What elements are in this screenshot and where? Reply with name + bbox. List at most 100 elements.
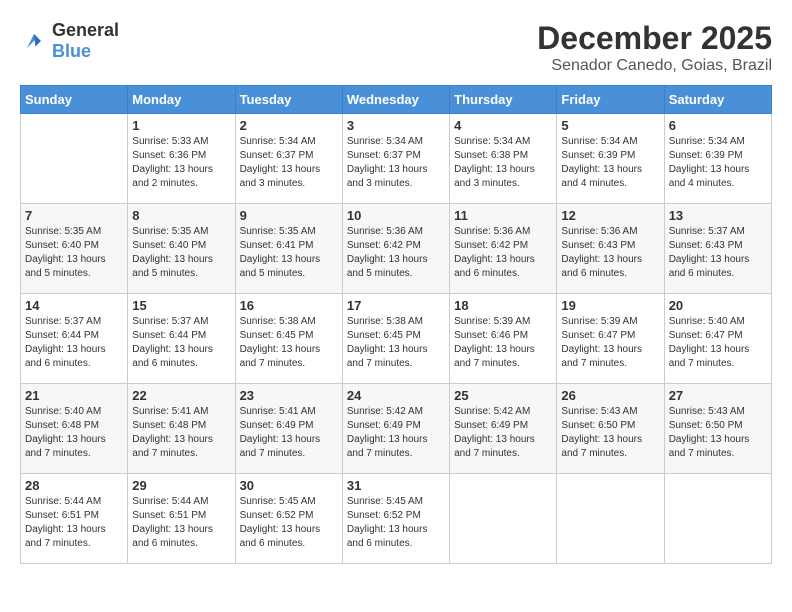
day-number: 30 bbox=[240, 478, 338, 493]
day-number: 20 bbox=[669, 298, 767, 313]
calendar-cell: 5Sunrise: 5:34 AMSunset: 6:39 PMDaylight… bbox=[557, 114, 664, 204]
calendar-cell: 21Sunrise: 5:40 AMSunset: 6:48 PMDayligh… bbox=[21, 384, 128, 474]
calendar-cell: 22 Sunrise: 5:41 AMSunset: 6:48 PMDayligh… bbox=[128, 384, 235, 474]
calendar-week-row: 7 Sunrise: 5:35 AMSunset: 6:40 PMDaylight… bbox=[21, 204, 772, 294]
calendar-cell: 13 Sunrise: 5:37 AMSunset: 6:43 PMDayligh… bbox=[664, 204, 771, 294]
calendar-cell: 30 Sunrise: 5:45 AMSunset: 6:52 PMDayligh… bbox=[235, 474, 342, 564]
day-number: 25 bbox=[454, 388, 552, 403]
header-day-thursday: Thursday bbox=[450, 86, 557, 114]
day-info: Sunrise: 5:36 AMSunset: 6:43 PMDaylight:… bbox=[561, 225, 659, 281]
calendar-cell: 20Sunrise: 5:40 AMSunset: 6:47 PMDayligh… bbox=[664, 294, 771, 384]
header-day-saturday: Saturday bbox=[664, 86, 771, 114]
day-number: 24 bbox=[347, 388, 445, 403]
logo-bird-icon bbox=[20, 27, 48, 55]
day-info: Sunrise: 5:44 AMSunset: 6:51 PMDaylight:… bbox=[25, 495, 123, 551]
day-info: Sunrise: 5:33 AMSunset: 6:36 PMDaylight:… bbox=[132, 135, 230, 191]
calendar-cell: 7 Sunrise: 5:35 AMSunset: 6:40 PMDaylight… bbox=[21, 204, 128, 294]
calendar-cell bbox=[21, 114, 128, 204]
calendar-cell: 10Sunrise: 5:36 AMSunset: 6:42 PMDayligh… bbox=[342, 204, 449, 294]
calendar-cell: 1 Sunrise: 5:33 AMSunset: 6:36 PMDaylight… bbox=[128, 114, 235, 204]
day-info: Sunrise: 5:39 AMSunset: 6:47 PMDaylight:… bbox=[561, 315, 659, 371]
day-number: 12 bbox=[561, 208, 659, 223]
calendar-cell: 18Sunrise: 5:39 AMSunset: 6:46 PMDayligh… bbox=[450, 294, 557, 384]
day-number: 3 bbox=[347, 118, 445, 133]
title-area: December 2025 Senador Canedo, Goias, Bra… bbox=[537, 20, 772, 75]
day-info: Sunrise: 5:38 AMSunset: 6:45 PMDaylight:… bbox=[240, 315, 338, 371]
header-day-sunday: Sunday bbox=[21, 86, 128, 114]
day-info: Sunrise: 5:43 AMSunset: 6:50 PMDaylight:… bbox=[561, 405, 659, 461]
calendar-week-row: 21Sunrise: 5:40 AMSunset: 6:48 PMDayligh… bbox=[21, 384, 772, 474]
day-number: 10 bbox=[347, 208, 445, 223]
calendar-cell: 26 Sunrise: 5:43 AMSunset: 6:50 PMDayligh… bbox=[557, 384, 664, 474]
day-number: 9 bbox=[240, 208, 338, 223]
calendar-cell: 9Sunrise: 5:35 AMSunset: 6:41 PMDaylight… bbox=[235, 204, 342, 294]
header-day-monday: Monday bbox=[128, 86, 235, 114]
day-number: 17 bbox=[347, 298, 445, 313]
calendar-cell: 31 Sunrise: 5:45 AMSunset: 6:52 PMDayligh… bbox=[342, 474, 449, 564]
day-number: 8 bbox=[132, 208, 230, 223]
day-number: 4 bbox=[454, 118, 552, 133]
calendar-week-row: 28 Sunrise: 5:44 AMSunset: 6:51 PMDayligh… bbox=[21, 474, 772, 564]
header-day-tuesday: Tuesday bbox=[235, 86, 342, 114]
day-number: 22 bbox=[132, 388, 230, 403]
calendar-cell bbox=[450, 474, 557, 564]
day-info: Sunrise: 5:40 AMSunset: 6:48 PMDaylight:… bbox=[25, 405, 123, 461]
day-info: Sunrise: 5:37 AMSunset: 6:44 PMDaylight:… bbox=[25, 315, 123, 371]
day-info: Sunrise: 5:34 AMSunset: 6:37 PMDaylight:… bbox=[240, 135, 338, 191]
day-info: Sunrise: 5:37 AMSunset: 6:44 PMDaylight:… bbox=[132, 315, 230, 371]
day-number: 14 bbox=[25, 298, 123, 313]
calendar-cell: 16 Sunrise: 5:38 AMSunset: 6:45 PMDayligh… bbox=[235, 294, 342, 384]
day-number: 5 bbox=[561, 118, 659, 133]
calendar-cell: 11Sunrise: 5:36 AMSunset: 6:42 PMDayligh… bbox=[450, 204, 557, 294]
day-info: Sunrise: 5:34 AMSunset: 6:37 PMDaylight:… bbox=[347, 135, 445, 191]
calendar-cell: 12 Sunrise: 5:36 AMSunset: 6:43 PMDayligh… bbox=[557, 204, 664, 294]
day-info: Sunrise: 5:41 AMSunset: 6:49 PMDaylight:… bbox=[240, 405, 338, 461]
day-info: Sunrise: 5:38 AMSunset: 6:45 PMDaylight:… bbox=[347, 315, 445, 371]
calendar-week-row: 14 Sunrise: 5:37 AMSunset: 6:44 PMDayligh… bbox=[21, 294, 772, 384]
day-info: Sunrise: 5:44 AMSunset: 6:51 PMDaylight:… bbox=[132, 495, 230, 551]
calendar-cell: 14 Sunrise: 5:37 AMSunset: 6:44 PMDayligh… bbox=[21, 294, 128, 384]
day-info: Sunrise: 5:45 AMSunset: 6:52 PMDaylight:… bbox=[240, 495, 338, 551]
day-number: 16 bbox=[240, 298, 338, 313]
day-info: Sunrise: 5:41 AMSunset: 6:48 PMDaylight:… bbox=[132, 405, 230, 461]
day-number: 31 bbox=[347, 478, 445, 493]
calendar-cell: 6 Sunrise: 5:34 AMSunset: 6:39 PMDaylight… bbox=[664, 114, 771, 204]
day-info: Sunrise: 5:42 AMSunset: 6:49 PMDaylight:… bbox=[347, 405, 445, 461]
calendar-cell: 4 Sunrise: 5:34 AMSunset: 6:38 PMDaylight… bbox=[450, 114, 557, 204]
day-number: 29 bbox=[132, 478, 230, 493]
header-day-friday: Friday bbox=[557, 86, 664, 114]
calendar-cell: 19 Sunrise: 5:39 AMSunset: 6:47 PMDayligh… bbox=[557, 294, 664, 384]
calendar-cell: 23Sunrise: 5:41 AMSunset: 6:49 PMDayligh… bbox=[235, 384, 342, 474]
header-day-wednesday: Wednesday bbox=[342, 86, 449, 114]
day-info: Sunrise: 5:34 AMSunset: 6:38 PMDaylight:… bbox=[454, 135, 552, 191]
calendar-cell: 8Sunrise: 5:35 AMSunset: 6:40 PMDaylight… bbox=[128, 204, 235, 294]
day-info: Sunrise: 5:35 AMSunset: 6:40 PMDaylight:… bbox=[25, 225, 123, 281]
calendar-table: SundayMondayTuesdayWednesdayThursdayFrid… bbox=[20, 85, 772, 564]
header: General Blue December 2025 Senador Caned… bbox=[20, 20, 772, 75]
calendar-cell: 27 Sunrise: 5:43 AMSunset: 6:50 PMDayligh… bbox=[664, 384, 771, 474]
day-number: 15 bbox=[132, 298, 230, 313]
day-number: 6 bbox=[669, 118, 767, 133]
calendar-cell: 25Sunrise: 5:42 AMSunset: 6:49 PMDayligh… bbox=[450, 384, 557, 474]
location-title: Senador Canedo, Goias, Brazil bbox=[537, 57, 772, 75]
day-number: 27 bbox=[669, 388, 767, 403]
logo: General Blue bbox=[20, 20, 119, 62]
day-number: 2 bbox=[240, 118, 338, 133]
day-number: 13 bbox=[669, 208, 767, 223]
calendar-cell: 29 Sunrise: 5:44 AMSunset: 6:51 PMDayligh… bbox=[128, 474, 235, 564]
day-number: 26 bbox=[561, 388, 659, 403]
day-number: 11 bbox=[454, 208, 552, 223]
calendar-cell bbox=[557, 474, 664, 564]
calendar-cell bbox=[664, 474, 771, 564]
day-info: Sunrise: 5:43 AMSunset: 6:50 PMDaylight:… bbox=[669, 405, 767, 461]
day-info: Sunrise: 5:34 AMSunset: 6:39 PMDaylight:… bbox=[669, 135, 767, 191]
calendar-cell: 28 Sunrise: 5:44 AMSunset: 6:51 PMDayligh… bbox=[21, 474, 128, 564]
day-number: 28 bbox=[25, 478, 123, 493]
day-info: Sunrise: 5:45 AMSunset: 6:52 PMDaylight:… bbox=[347, 495, 445, 551]
day-number: 7 bbox=[25, 208, 123, 223]
calendar-week-row: 1 Sunrise: 5:33 AMSunset: 6:36 PMDaylight… bbox=[21, 114, 772, 204]
day-number: 19 bbox=[561, 298, 659, 313]
day-info: Sunrise: 5:37 AMSunset: 6:43 PMDaylight:… bbox=[669, 225, 767, 281]
day-number: 1 bbox=[132, 118, 230, 133]
calendar-cell: 15 Sunrise: 5:37 AMSunset: 6:44 PMDayligh… bbox=[128, 294, 235, 384]
